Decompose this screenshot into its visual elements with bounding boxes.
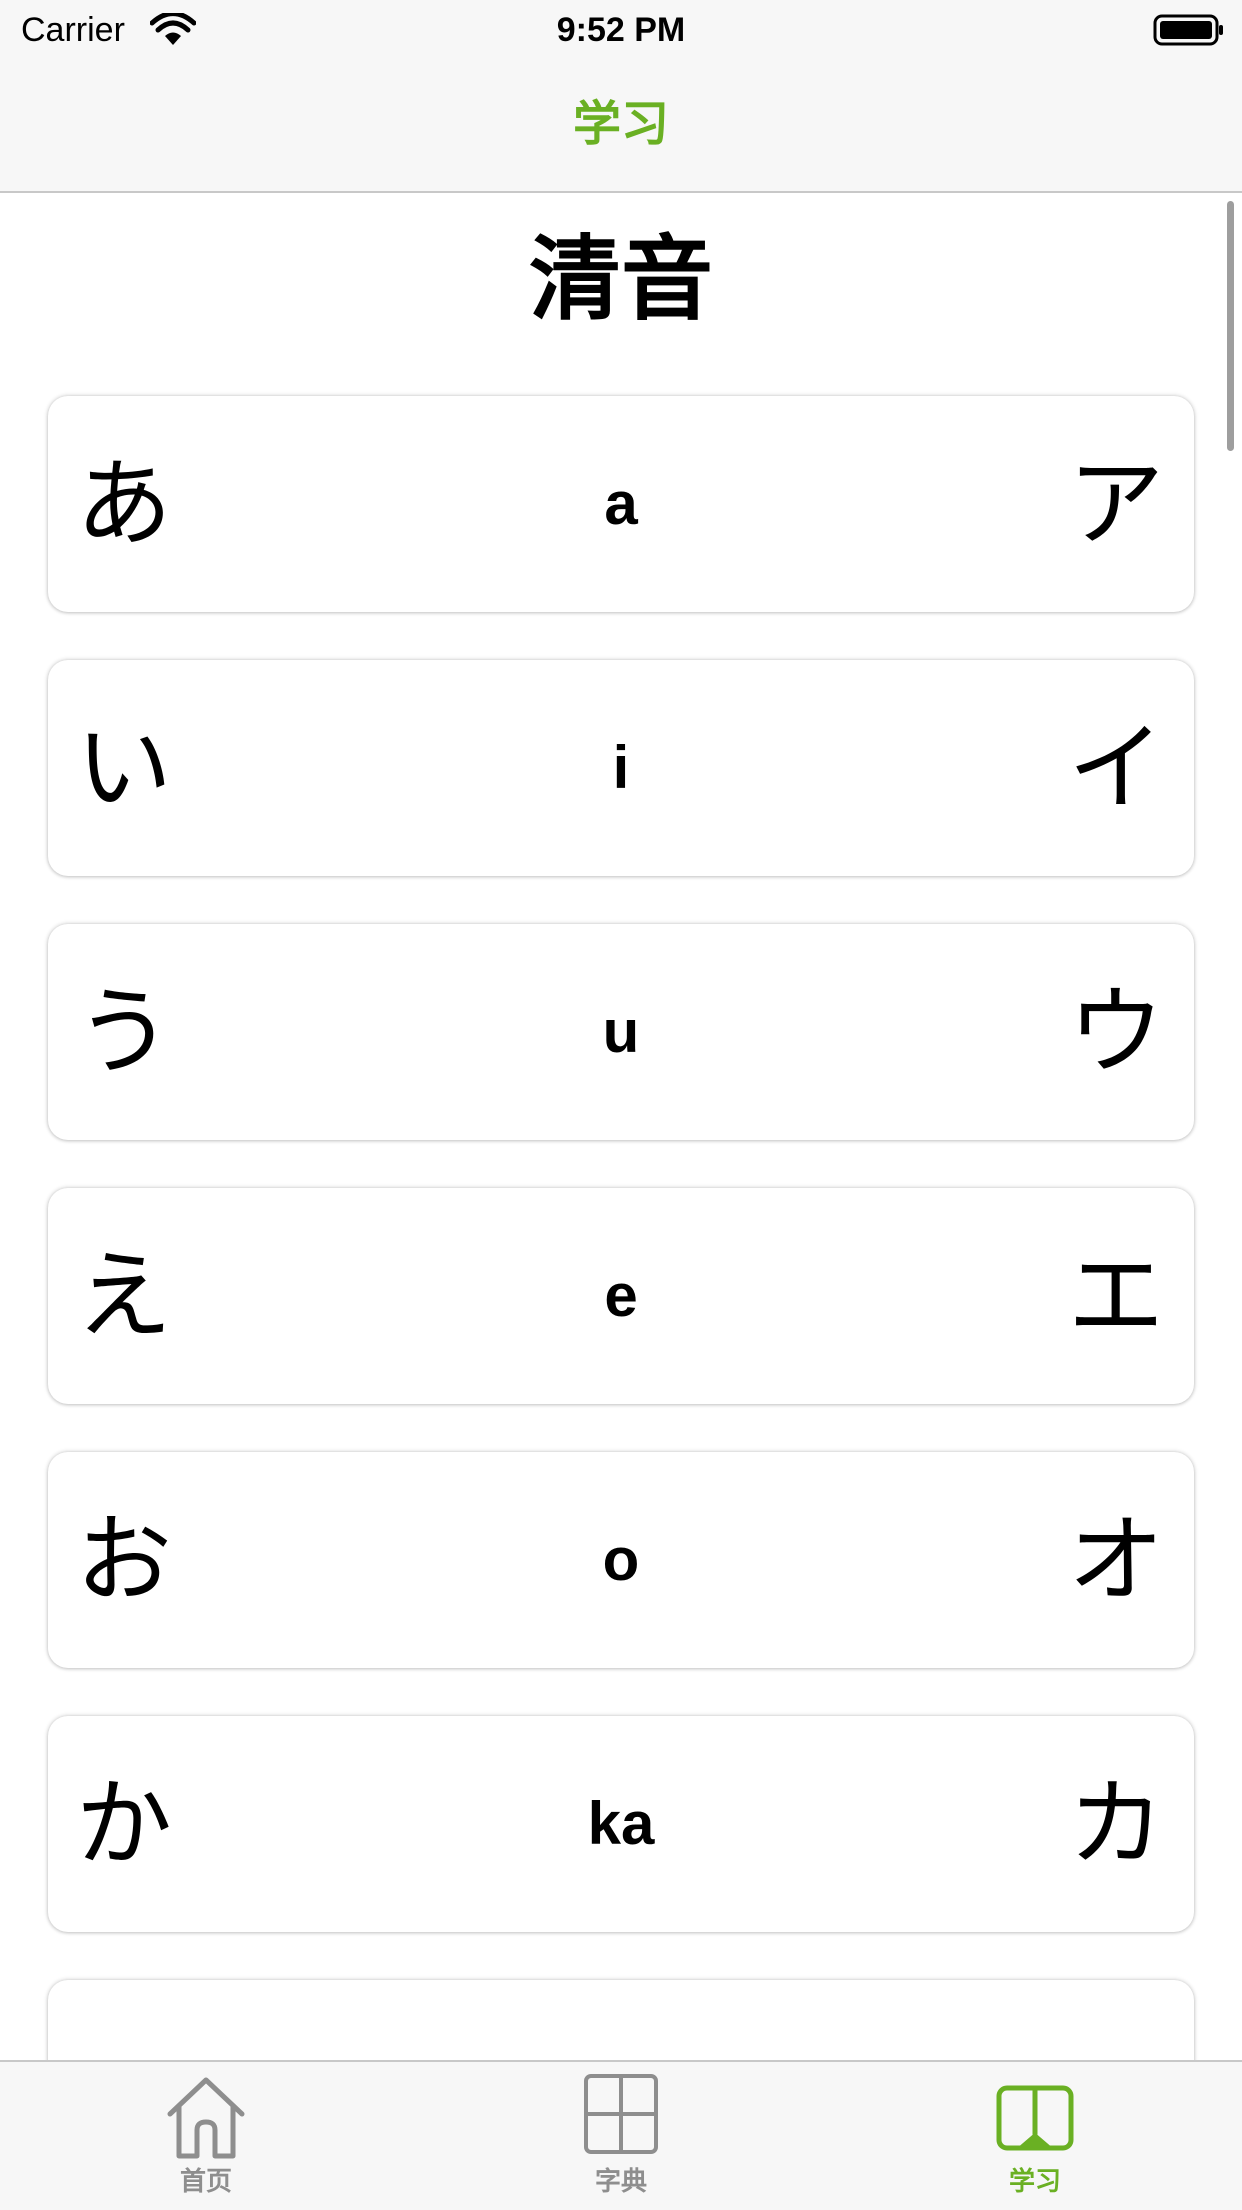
romaji-text: ka bbox=[587, 1790, 655, 1857]
section-title: 清音 bbox=[528, 226, 713, 333]
navigation-bar: 学习 bbox=[0, 60, 1242, 193]
romaji-text: e bbox=[604, 1262, 638, 1329]
kana-card[interactable]: あ a ア bbox=[48, 396, 1194, 612]
romaji-text: o bbox=[602, 1526, 640, 1593]
kana-card[interactable]: う u ウ bbox=[48, 924, 1194, 1140]
katakana-char: エ bbox=[1068, 1240, 1164, 1352]
katakana-char: オ bbox=[1068, 1504, 1164, 1616]
romaji-text: a bbox=[604, 470, 638, 537]
kana-card[interactable] bbox=[48, 1980, 1194, 2060]
katakana-char: ア bbox=[1068, 448, 1164, 560]
tab-bar: 首页 字典 学习 bbox=[0, 2060, 1242, 2210]
grid-icon bbox=[584, 2074, 658, 2154]
tab-study-label: 学习 bbox=[1008, 2167, 1061, 2197]
kana-card[interactable]: え e エ bbox=[48, 1188, 1194, 1404]
kana-card[interactable]: い i イ bbox=[48, 660, 1194, 876]
romaji-text: i bbox=[612, 734, 630, 801]
tab-home[interactable]: 首页 bbox=[56, 2062, 356, 2210]
katakana-char: カ bbox=[1068, 1768, 1164, 1880]
tab-study[interactable]: 学习 bbox=[885, 2062, 1185, 2210]
tab-dictionary[interactable]: 字典 bbox=[471, 2062, 771, 2210]
kana-list-view[interactable]: 清音 あ a ア い i イ う u ウ え e エ お o オ か ka カ bbox=[0, 193, 1242, 2060]
battery-icon bbox=[1153, 14, 1223, 46]
home-icon bbox=[167, 2077, 245, 2159]
status-time: 9:52 PM bbox=[556, 11, 686, 49]
katakana-char: ウ bbox=[1068, 976, 1164, 1088]
tab-dictionary-label: 字典 bbox=[594, 2167, 647, 2197]
book-icon bbox=[996, 2085, 1074, 2151]
kana-card[interactable]: お o オ bbox=[48, 1452, 1194, 1668]
status-bar: Carrier 9:52 PM bbox=[0, 0, 1242, 60]
katakana-char: イ bbox=[1068, 712, 1164, 824]
tab-home-label: 首页 bbox=[179, 2167, 232, 2197]
kana-card[interactable]: か ka カ bbox=[48, 1716, 1194, 1932]
nav-title: 学习 bbox=[572, 96, 669, 152]
romaji-text: u bbox=[602, 998, 640, 1065]
